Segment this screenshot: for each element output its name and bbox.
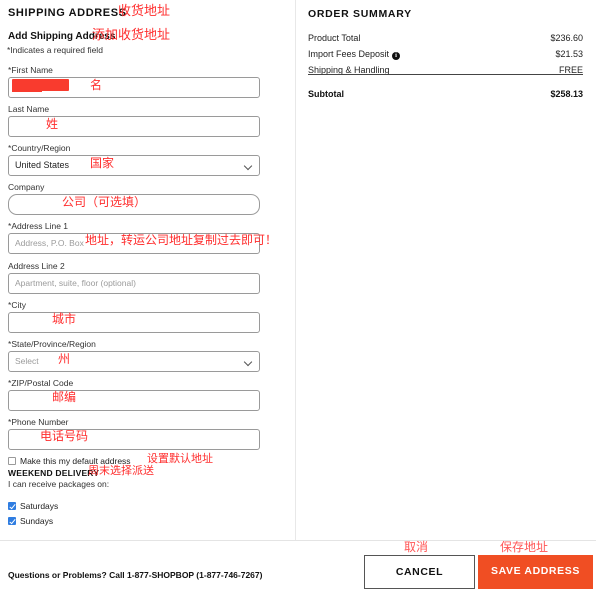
weekend-delivery-subtitle: I can receive packages on:	[8, 479, 110, 489]
summary-value: $21.53	[555, 49, 583, 59]
field-country-region-label: *Country/Region	[8, 143, 71, 153]
summary-row-subtotal: Subtotal $258.13	[308, 89, 583, 99]
phone-number-annotation: 电话号码	[40, 429, 89, 443]
address-line-2-placeholder: Apartment, suite, floor (optional)	[15, 278, 136, 288]
field-last-name-label: Last Name	[8, 104, 50, 114]
weekend-delivery-annotation: 周末选择派送	[88, 464, 154, 477]
country-region-annotation: 国家	[90, 156, 115, 170]
checkbox-icon[interactable]	[8, 502, 16, 510]
field-phone-number-label: *Phone Number	[8, 417, 69, 427]
field-country-region: *Country/Region United States	[8, 143, 260, 176]
zip-postal-code-input[interactable]	[8, 390, 260, 411]
field-address-line-1-label: *Address Line 1	[8, 221, 69, 231]
field-first-name-label: *First Name	[8, 65, 53, 75]
required-field-note: *Indicates a required field	[7, 45, 103, 55]
subtotal-value: $258.13	[550, 89, 583, 99]
city-input[interactable]	[8, 312, 260, 333]
summary-label: Product Total	[308, 33, 361, 43]
country-region-value: United States	[15, 160, 70, 170]
summary-label-wrap: Import Fees Deposit i	[308, 49, 401, 60]
first-name-redaction	[12, 79, 69, 92]
checkbox-icon[interactable]	[8, 457, 16, 465]
sundays-checkbox-row[interactable]: Sundays	[8, 516, 53, 526]
address-line-1-placeholder: Address, P.O. Box	[15, 238, 84, 248]
checkout-shipping-page: SHIPPING ADDRESS 收货地址 Add Shipping Addre…	[0, 0, 596, 596]
subtotal-label: Subtotal	[308, 89, 344, 99]
page-title: SHIPPING ADDRESS	[8, 7, 127, 19]
field-zip-postal-code-label: *ZIP/Postal Code	[8, 378, 74, 388]
default-address-annotation: 设置默认地址	[147, 452, 213, 465]
field-company-label: Company	[8, 182, 45, 192]
checkbox-icon[interactable]	[8, 517, 16, 525]
chevron-down-icon	[245, 163, 252, 170]
cancel-button-annotation: 取消	[404, 540, 429, 554]
summary-row-product-total: Product Total $236.60	[308, 33, 583, 43]
last-name-annotation: 姓	[46, 117, 59, 131]
field-city: *City	[8, 300, 260, 333]
order-summary-panel: ORDER SUMMARY Product Total $236.60 Impo…	[296, 0, 596, 540]
state-province-region-value: Select	[15, 356, 39, 366]
sundays-label: Sundays	[20, 516, 54, 526]
zip-postal-code-annotation: 邮编	[52, 390, 77, 404]
section-subtitle-annotation: 添加收货地址	[92, 28, 171, 43]
field-city-label: *City	[8, 300, 26, 310]
cancel-button[interactable]: CANCEL	[364, 555, 475, 589]
field-state-province-region-label: *State/Province/Region	[8, 339, 96, 349]
weekend-delivery-title: WEEKEND DELIVERY	[8, 468, 100, 478]
page-title-annotation: 收货地址	[118, 4, 171, 19]
address-line-1-annotation: 地址，转运公司地址复制过去即可！	[85, 233, 278, 247]
save-address-button[interactable]: SAVE ADDRESS	[478, 555, 593, 589]
field-state-province-region: *State/Province/Region Select	[8, 339, 260, 372]
info-icon[interactable]: i	[392, 52, 401, 60]
city-annotation: 城市	[52, 312, 77, 326]
state-province-region-select[interactable]: Select	[8, 351, 260, 372]
summary-value: $236.60	[550, 33, 583, 43]
company-annotation: 公司（可选填）	[62, 195, 147, 209]
summary-row-import-fees-deposit: Import Fees Deposit i $21.53	[308, 49, 583, 60]
field-address-line-2: Address Line 2 Apartment, suite, floor (…	[8, 261, 260, 294]
saturdays-checkbox-row[interactable]: Saturdays	[8, 501, 58, 511]
summary-divider	[308, 74, 583, 75]
saturdays-label: Saturdays	[20, 501, 59, 511]
state-province-region-annotation: 州	[58, 352, 71, 366]
save-button-annotation: 保存地址	[500, 540, 549, 554]
field-zip-postal-code: *ZIP/Postal Code	[8, 378, 260, 411]
summary-label: Import Fees Deposit	[308, 49, 390, 59]
chevron-down-icon	[245, 359, 252, 366]
first-name-annotation: 名	[90, 78, 103, 92]
country-region-select[interactable]: United States	[8, 155, 260, 176]
address-line-2-input[interactable]: Apartment, suite, floor (optional)	[8, 273, 260, 294]
shipping-address-panel: SHIPPING ADDRESS 收货地址 Add Shipping Addre…	[0, 0, 295, 540]
order-summary-title: ORDER SUMMARY	[308, 8, 412, 20]
help-text: Questions or Problems? Call 1-877-SHOPBO…	[8, 570, 263, 580]
field-address-line-2-label: Address Line 2	[8, 261, 65, 271]
